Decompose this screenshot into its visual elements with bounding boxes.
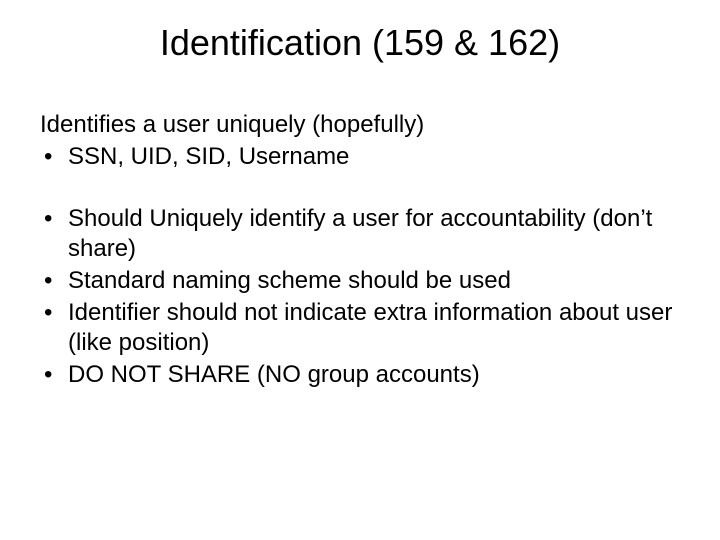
list-item: Identifier should not indicate extra inf… xyxy=(40,298,680,358)
slide-body: Identifies a user uniquely (hopefully) S… xyxy=(40,110,680,392)
list-item: Standard naming scheme should be used xyxy=(40,266,680,296)
spacer xyxy=(40,174,680,204)
slide-title: Identification (159 & 162) xyxy=(0,22,720,64)
list-item: DO NOT SHARE (NO group accounts) xyxy=(40,360,680,390)
list-item: Should Uniquely identify a user for acco… xyxy=(40,204,680,264)
slide: Identification (159 & 162) Identifies a … xyxy=(0,0,720,540)
bullet-list-a: SSN, UID, SID, Username xyxy=(40,142,680,172)
bullet-list-b: Should Uniquely identify a user for acco… xyxy=(40,204,680,390)
list-item: SSN, UID, SID, Username xyxy=(40,142,680,172)
lead-text: Identifies a user uniquely (hopefully) xyxy=(40,110,680,140)
